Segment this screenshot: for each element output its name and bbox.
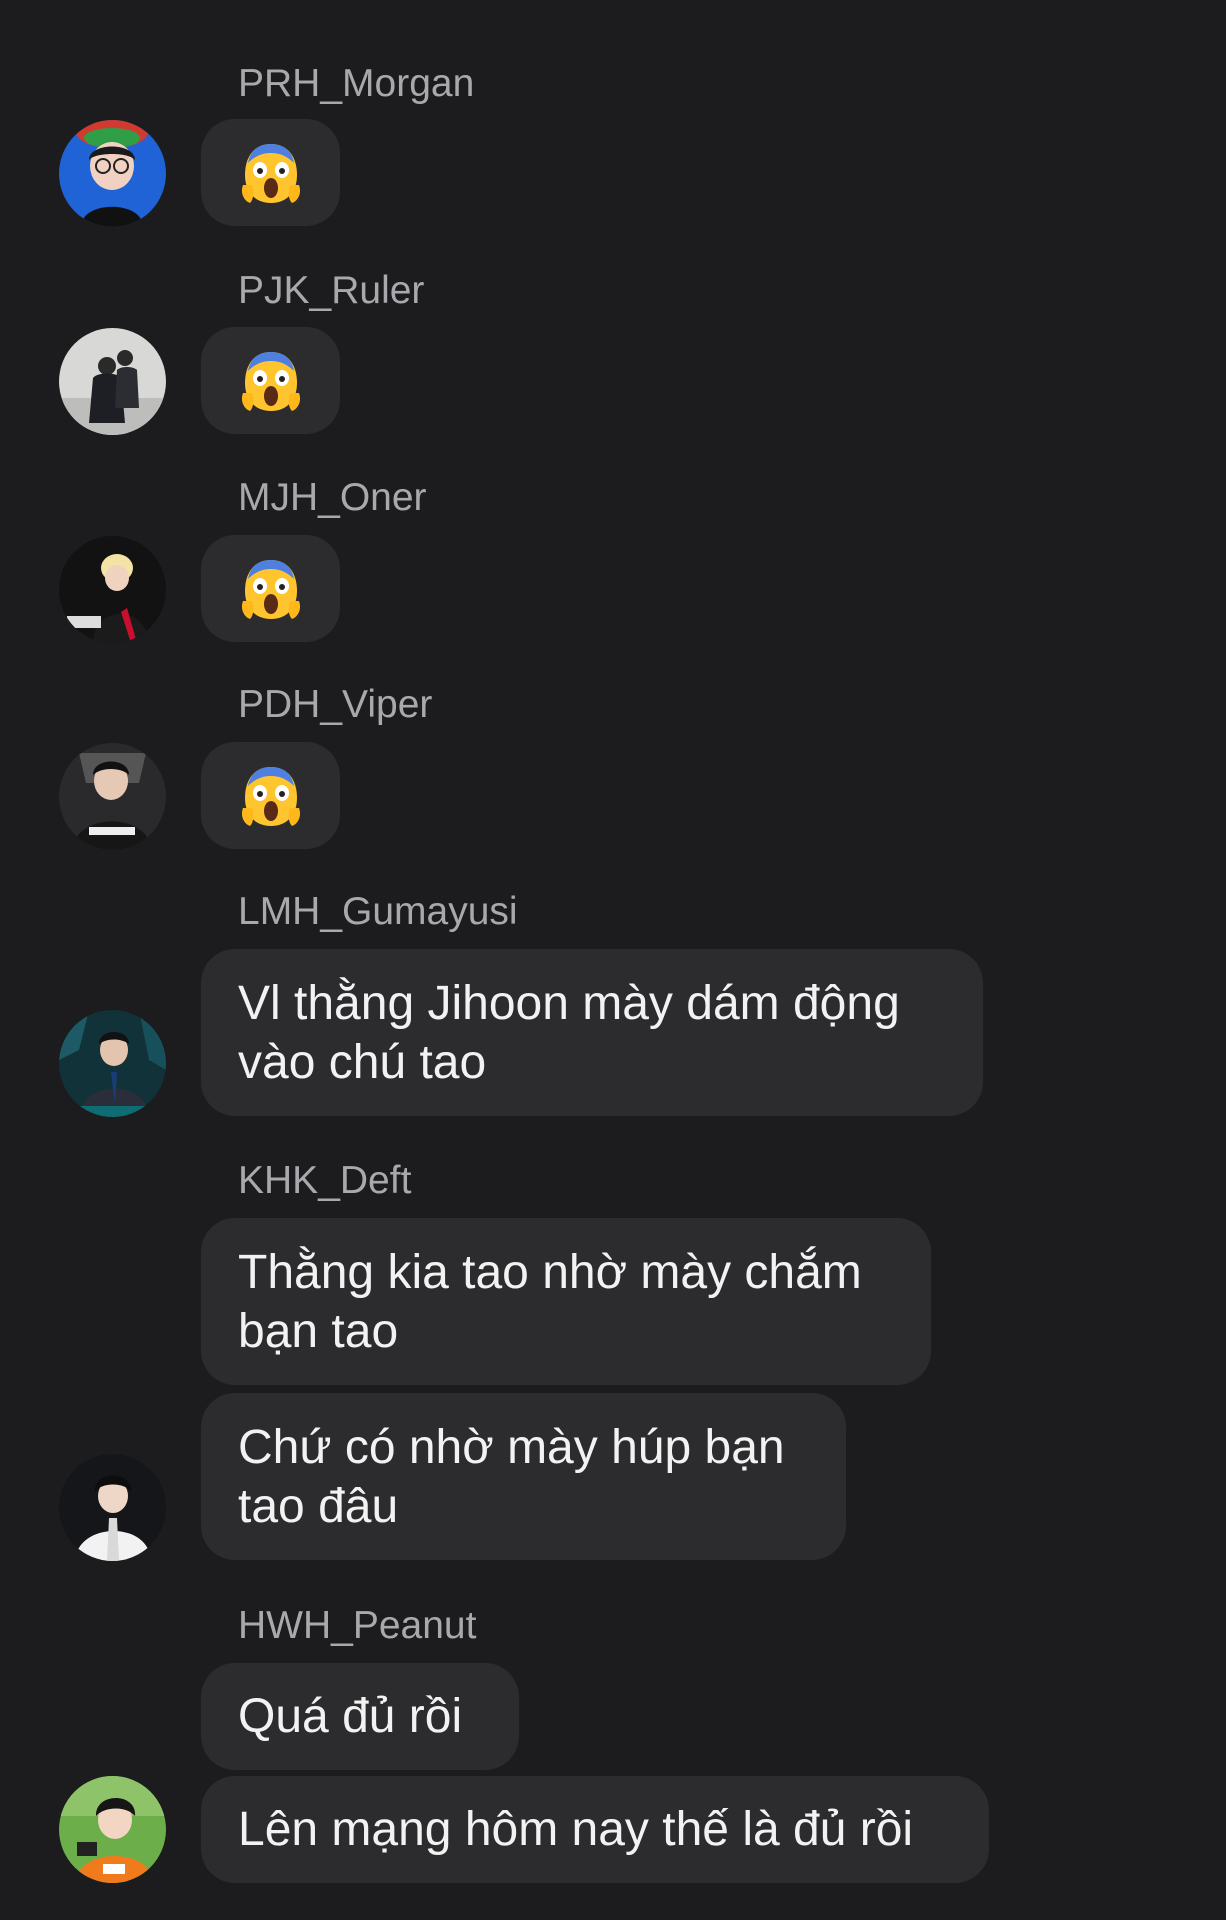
face-screaming-in-fear-icon (240, 557, 302, 621)
message-bubble[interactable] (201, 327, 340, 434)
message-text: Lên mạng hôm nay thế là đủ rồi (238, 1803, 914, 1856)
message-bubble[interactable] (201, 535, 340, 642)
sender-name: LMH_Gumayusi (238, 890, 518, 933)
avatar-hwh-peanut[interactable] (59, 1776, 166, 1883)
avatar-pdh-viper[interactable] (59, 743, 166, 850)
sender-name: PJK_Ruler (238, 269, 425, 312)
message-text: Thằng kia tao nhờ mày chắm bạn tao (238, 1245, 862, 1358)
avatar-khk-deft[interactable] (59, 1454, 166, 1561)
sender-name: HWH_Peanut (238, 1604, 477, 1647)
message-text: Vl thằng Jihoon mày dám động vào chú tao (238, 976, 900, 1089)
message-text: Chứ có nhờ mày húp bạn tao đâu (238, 1420, 785, 1533)
face-screaming-in-fear-icon (240, 764, 302, 828)
avatar-pjk-ruler[interactable] (59, 328, 166, 435)
message-bubble[interactable] (201, 742, 340, 849)
avatar-lmh-gumayusi[interactable] (59, 1010, 166, 1117)
sender-name: KHK_Deft (238, 1159, 412, 1202)
face-screaming-in-fear-icon (240, 141, 302, 205)
sender-name: PRH_Morgan (238, 62, 475, 105)
message-bubble[interactable]: Chứ có nhờ mày húp bạn tao đâu (201, 1393, 846, 1560)
face-screaming-in-fear-icon (240, 349, 302, 413)
message-bubble[interactable] (201, 119, 340, 226)
chat-thread[interactable]: PRH_Morgan PJK_Ruler MJH_Oner PDH_Viper … (0, 0, 1226, 1920)
message-bubble[interactable]: Vl thằng Jihoon mày dám động vào chú tao (201, 949, 983, 1116)
sender-name: MJH_Oner (238, 476, 427, 519)
avatar-prh-morgan[interactable] (59, 120, 166, 227)
avatar-mjh-oner[interactable] (59, 536, 166, 643)
message-bubble[interactable]: Thằng kia tao nhờ mày chắm bạn tao (201, 1218, 931, 1385)
message-bubble[interactable]: Lên mạng hôm nay thế là đủ rồi (201, 1776, 989, 1883)
message-text: Quá đủ rồi (238, 1690, 463, 1743)
message-bubble[interactable]: Quá đủ rồi (201, 1663, 519, 1770)
sender-name: PDH_Viper (238, 683, 433, 726)
